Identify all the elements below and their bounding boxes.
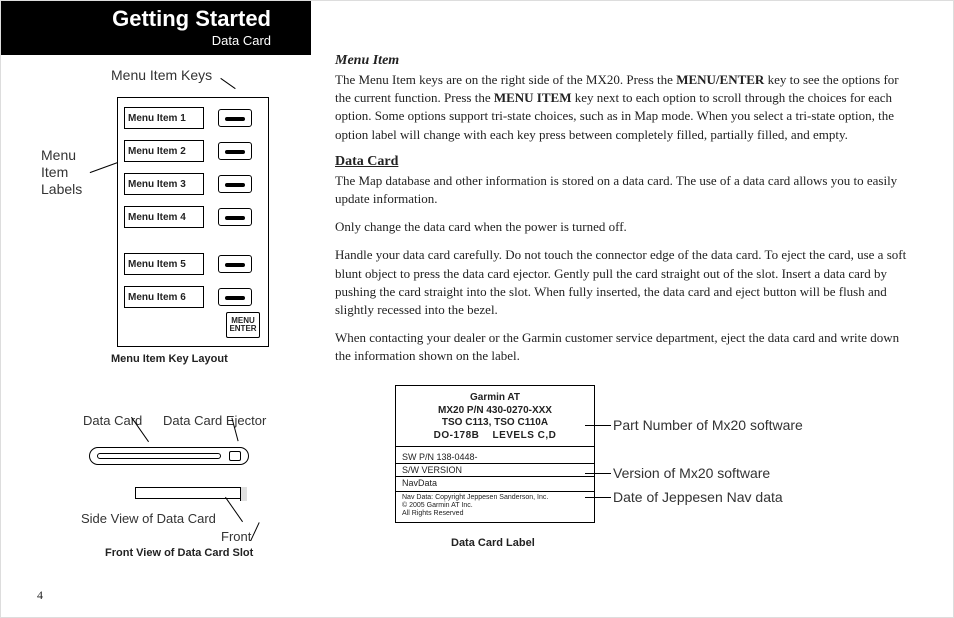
page: Getting Started Data Card Menu Item Keys… (1, 1, 953, 617)
label-brand: Garmin AT (402, 392, 588, 405)
figure-caption: Data Card Label (451, 537, 535, 549)
menu-item-label: Menu Item 5 (124, 253, 204, 275)
menu-row: Menu Item 4 (124, 205, 262, 229)
hard-key-icon (218, 208, 252, 226)
menu-enter-key-icon: MENU ENTER (226, 312, 260, 338)
label-sw-pn: SW P/N 138-0448- (396, 451, 594, 464)
label-foot1: Nav Data: Copyright Jeppesen Sanderson, … (402, 494, 588, 502)
menu-row: Menu Item 5 (124, 252, 262, 276)
heading-data-card: Data Card (335, 154, 917, 170)
figure-data-card-label: Garmin AT MX20 P/N 430-0270-XXX TSO C113… (335, 385, 917, 565)
callout-ejector: Data Card Ejector (163, 413, 266, 428)
callout-version: Version of Mx20 software (613, 465, 770, 481)
page-subtitle: Data Card (11, 33, 271, 48)
leader-line (585, 497, 611, 498)
label-do178b: DO-178B LEVELS C,D (402, 430, 588, 443)
hard-key-icon (218, 255, 252, 273)
paragraph-dc4: When contacting your dealer or the Garmi… (335, 329, 917, 365)
figure-caption: Front View of Data Card Slot (105, 547, 253, 559)
menu-item-label: Menu Item 3 (124, 173, 204, 195)
figure-data-card-slot: Data Card Data Card Ejector Side View of… (1, 413, 311, 593)
menu-item-label: Menu Item 6 (124, 286, 204, 308)
menu-row: Menu Item 6 (124, 285, 262, 309)
menu-row: Menu Item 3 (124, 172, 262, 196)
label-pn: MX20 P/N 430-0270-XXX (402, 405, 588, 418)
callout-side-view: Side View of Data Card (81, 511, 216, 526)
label-navdata: NavData (396, 477, 594, 489)
menu-enter-text-bottom: ENTER (227, 325, 259, 333)
menu-item-label: Menu Item 1 (124, 107, 204, 129)
menu-row: Menu Item 2 (124, 139, 262, 163)
hard-key-icon (218, 175, 252, 193)
callout-jeppesen-date: Date of Jeppesen Nav data (613, 489, 783, 505)
hard-key-icon (218, 142, 252, 160)
menu-item-label: Menu Item 2 (124, 140, 204, 162)
hard-key-icon (218, 109, 252, 127)
side-card-icon (135, 487, 247, 499)
label-footer: Nav Data: Copyright Jeppesen Sanderson, … (396, 491, 594, 517)
label-foot3: All Rights Reserved (402, 510, 588, 518)
paragraph-dc2: Only change the data card when the power… (335, 218, 917, 236)
label-tso: TSO C113, TSO C110A (402, 417, 588, 430)
menu-row: Menu Item 1 (124, 106, 262, 130)
hard-key-icon (218, 288, 252, 306)
section-header: Getting Started Data Card (1, 1, 311, 55)
callout-part-number: Part Number of Mx20 software (613, 417, 803, 433)
figure-menu-item-keys: Menu Item Keys Menu Item Labels Menu Ite… (1, 67, 311, 387)
leader-line (585, 425, 611, 426)
heading-menu-item: Menu Item (335, 53, 917, 69)
menu-item-label: Menu Item 4 (124, 206, 204, 228)
leader-line (90, 162, 119, 173)
card-slit-icon (97, 453, 221, 459)
menu-panel-diagram: Menu Item 1 Menu Item 2 Menu Item 3 Menu… (117, 97, 269, 347)
label-foot2: © 2005 Garmin AT Inc. (402, 502, 588, 510)
page-title: Getting Started (11, 7, 271, 31)
leader-line (220, 78, 235, 89)
right-column: Menu Item The Menu Item keys are on the … (311, 1, 953, 617)
label-sw-version: S/W VERSION (396, 464, 594, 477)
callout-menu-item-labels: Menu Item Labels (41, 147, 91, 197)
eject-button-icon (229, 451, 241, 461)
leader-line (250, 522, 259, 541)
paragraph-menu-item: The Menu Item keys are on the right side… (335, 71, 917, 144)
card-label-box: Garmin AT MX20 P/N 430-0270-XXX TSO C113… (395, 385, 595, 522)
figure-caption: Menu Item Key Layout (111, 353, 228, 365)
left-column: Getting Started Data Card Menu Item Keys… (1, 1, 311, 617)
leader-line (585, 473, 611, 474)
paragraph-dc3: Handle your data card carefully. Do not … (335, 246, 917, 319)
callout-menu-item-keys: Menu Item Keys (111, 67, 212, 83)
paragraph-dc1: The Map database and other information i… (335, 172, 917, 208)
callout-front: Front (221, 529, 251, 544)
page-number: 4 (37, 588, 43, 603)
